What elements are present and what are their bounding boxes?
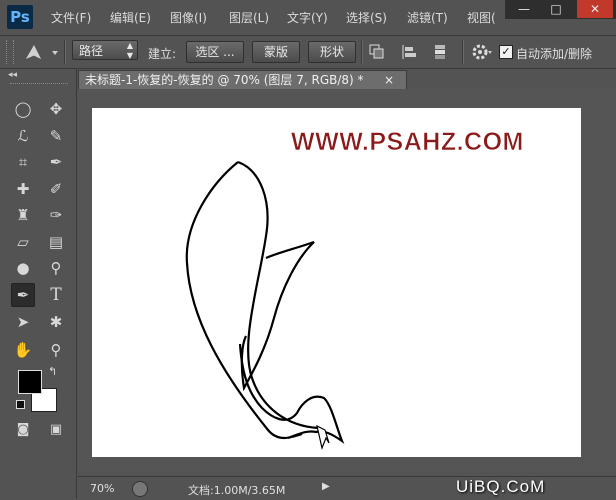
path-outline-left (185, 161, 303, 440)
hand-tool-icon[interactable]: ✋ (12, 339, 34, 361)
menu-bar: Ps 文件(F) 编辑(E) 图像(I) 图层(L) 文字(Y) 选择(S) 滤… (0, 0, 616, 36)
path-operations-icon[interactable] (369, 44, 385, 60)
photoshop-logo: Ps (7, 5, 33, 29)
status-menu-arrow-icon[interactable]: ▶ (322, 481, 330, 492)
menu-image[interactable]: 图像(I) (170, 9, 207, 26)
toolbox-grip (10, 83, 68, 86)
make-shape-button[interactable]: 形状 (308, 41, 356, 63)
healing-brush-tool-icon[interactable]: ✚ (12, 178, 34, 200)
window-controls: — □ ✕ (505, 0, 616, 19)
document-tab[interactable]: 未标题-1-恢复的-恢复的 @ 70% (图层 7, RGB/8) * × (78, 70, 407, 89)
foreground-color-swatch[interactable] (18, 370, 42, 394)
brush-tool-icon[interactable]: ✐ (45, 178, 67, 200)
restore-button[interactable]: □ (541, 0, 571, 18)
collapse-arrows-icon[interactable]: ◂◂ (8, 70, 17, 80)
make-selection-button[interactable]: 选区 ... (186, 41, 244, 63)
menu-filter[interactable]: 滤镜(T) (407, 9, 448, 26)
eyedropper-tool-icon[interactable]: ✒ (45, 151, 67, 173)
document-tab-close-icon[interactable]: × (384, 71, 394, 89)
blur-tool-icon[interactable]: ● (12, 257, 34, 279)
zoom-tool-icon[interactable]: ⚲ (45, 339, 67, 361)
status-info-icon[interactable] (132, 481, 148, 497)
zoom-level[interactable]: 70% (90, 482, 114, 495)
document-canvas[interactable]: WWW.PSAHZ.COM (92, 108, 581, 457)
path-selection-tool-icon[interactable]: ➤ (12, 311, 34, 333)
menu-edit[interactable]: 编辑(E) (110, 9, 151, 26)
menu-select[interactable]: 选择(S) (346, 9, 387, 26)
close-button[interactable]: ✕ (577, 0, 613, 18)
path-arrangement-icon[interactable] (432, 43, 450, 61)
move-tool-icon[interactable]: ✥ (45, 98, 67, 120)
status-bar: 70% 文档:1.00M/3.65M ▶ UiBQ.CoM (78, 476, 616, 500)
auto-add-delete-checkbox[interactable]: ✓ (499, 45, 513, 59)
path-wing (240, 240, 315, 392)
corner-watermark: UiBQ.CoM (456, 477, 546, 496)
marquee-tool-icon[interactable]: ◯ (12, 98, 34, 120)
screen-mode-icon[interactable]: ▣ (45, 419, 67, 441)
quick-selection-tool-icon[interactable]: ✎ (45, 125, 67, 147)
lasso-tool-icon[interactable]: ℒ (12, 125, 34, 147)
toolbox: ◂◂ ◯ ✥ ℒ ✎ ⌗ ✒ ✚ ✐ ♜ ✑ ▱ ▤ ● ⚲ ✒ T ➤ ✱ ✋… (0, 69, 77, 499)
canvas-drawing: WWW.PSAHZ.COM (185, 128, 524, 451)
mode-select-value: 路径 (79, 44, 104, 58)
select-arrows-icon: ▲ ▼ (126, 41, 133, 60)
custom-shape-tool-icon[interactable]: ✱ (45, 311, 67, 333)
make-mask-button[interactable]: 蒙版 (252, 41, 300, 63)
minimize-button[interactable]: — (509, 0, 539, 18)
auto-add-delete-label: 自动添加/删除 (516, 47, 593, 61)
path-alignment-icon[interactable] (401, 44, 417, 60)
gear-icon[interactable] (471, 42, 493, 62)
make-label: 建立: (148, 47, 177, 61)
gradient-tool-icon[interactable]: ▤ (45, 231, 67, 253)
quick-mask-icon[interactable]: ◙ (12, 419, 34, 441)
dodge-tool-icon[interactable]: ⚲ (45, 257, 67, 279)
mode-select[interactable]: 路径 ▲ ▼ (72, 40, 138, 60)
menu-layer[interactable]: 图层(L) (229, 9, 269, 26)
type-tool-icon[interactable]: T (45, 284, 67, 306)
menu-type[interactable]: 文字(Y) (287, 9, 328, 26)
document-tab-title: 未标题-1-恢复的-恢复的 @ 70% (图层 7, RGB/8) * (85, 73, 364, 87)
document-size-info: 文档:1.00M/3.65M (188, 484, 286, 497)
pen-cursor-icon (316, 424, 330, 451)
options-grip (6, 40, 14, 64)
menu-file[interactable]: 文件(F) (51, 9, 91, 26)
eraser-tool-icon[interactable]: ▱ (12, 231, 34, 253)
pen-tool-icon[interactable]: ✒ (11, 283, 35, 307)
swap-colors-icon[interactable]: ↰ (48, 365, 57, 378)
history-brush-tool-icon[interactable]: ✑ (45, 204, 67, 226)
clone-stamp-tool-icon[interactable]: ♜ (12, 204, 34, 226)
watermark-text: WWW.PSAHZ.COM (291, 128, 524, 156)
menu-view[interactable]: 视图( (467, 9, 496, 26)
pen-tool-preset-icon[interactable] (22, 42, 62, 62)
crop-tool-icon[interactable]: ⌗ (12, 151, 34, 173)
default-colors-icon[interactable] (16, 400, 25, 409)
options-bar: 路径 ▲ ▼ 建立: 选区 ... 蒙版 形状 ✓ 自动添加/删除 (0, 36, 616, 69)
path-tail-head (238, 343, 345, 445)
